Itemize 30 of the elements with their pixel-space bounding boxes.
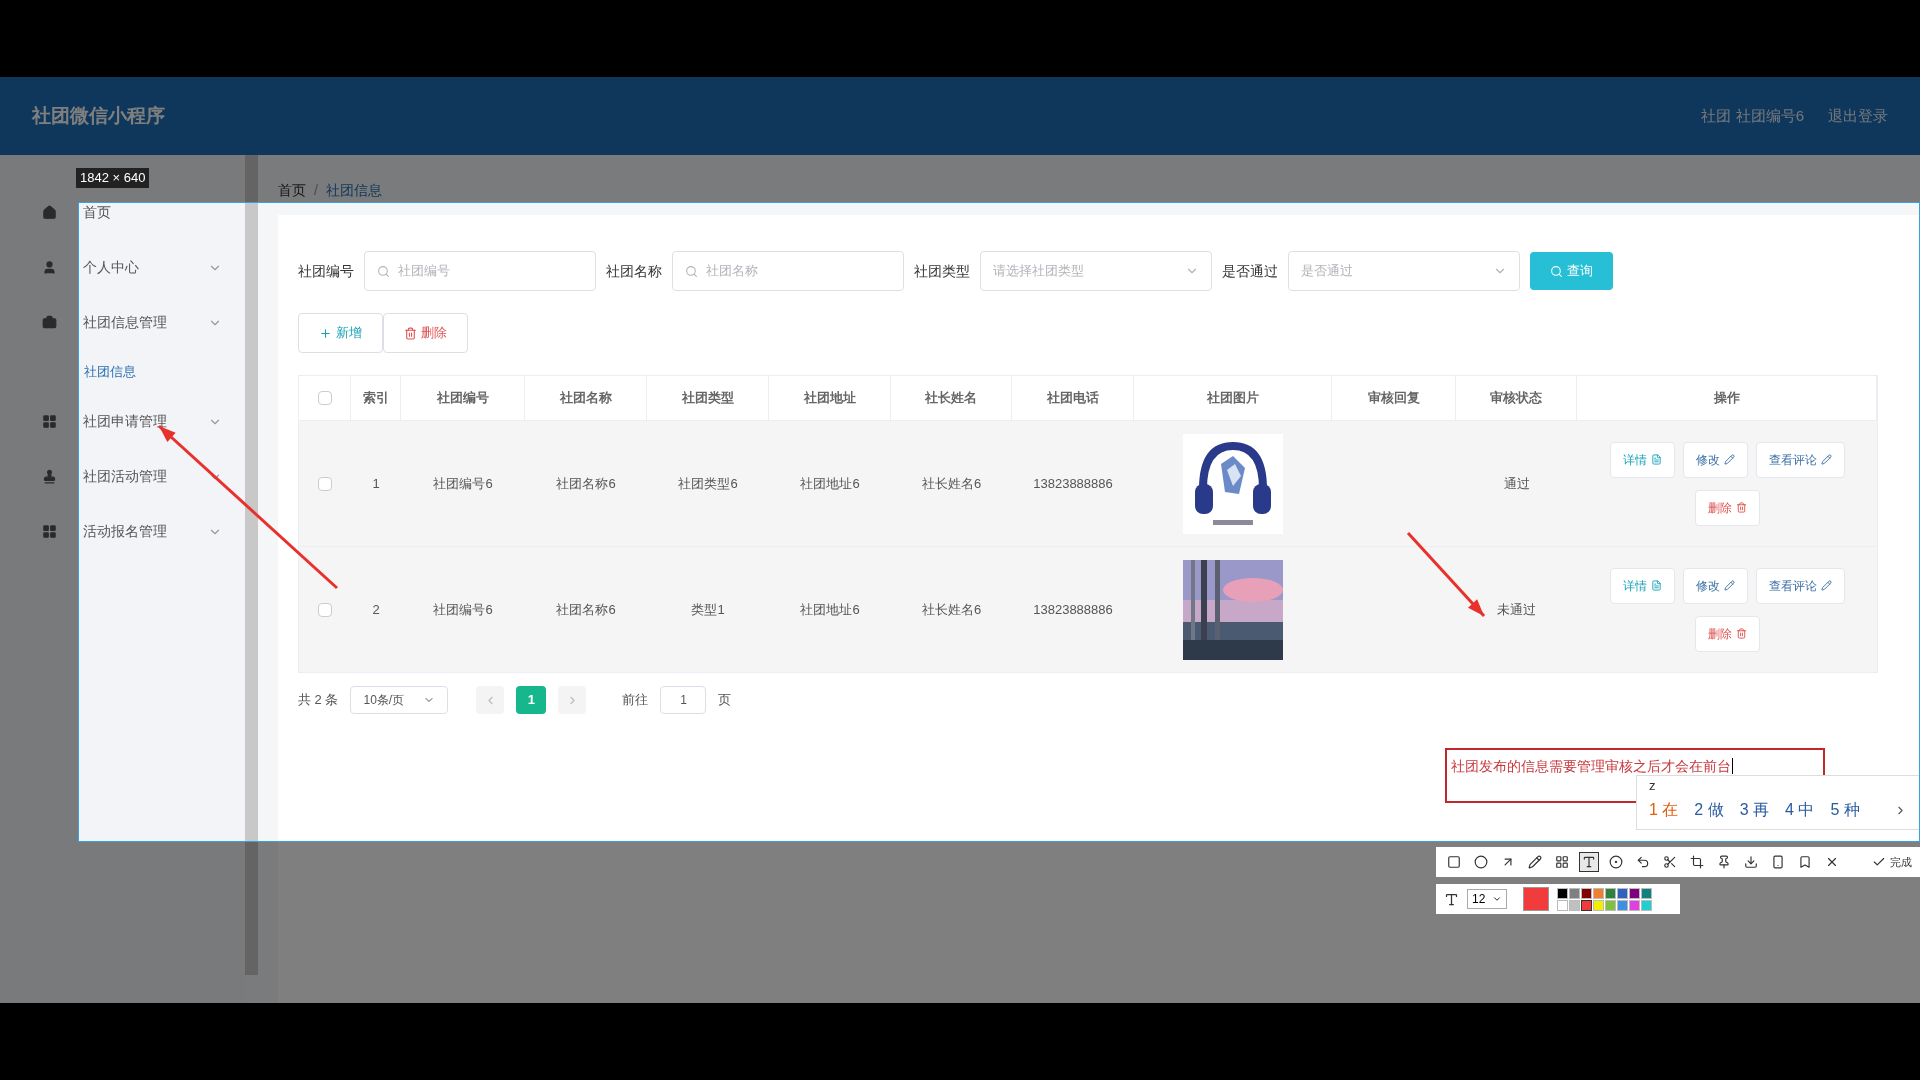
total-count: 共 2 条 bbox=[298, 691, 339, 710]
field-label: 社团名称 bbox=[606, 261, 662, 281]
table-cell-text: 13823888886 bbox=[1033, 474, 1113, 493]
app-title: 社团微信小程序 bbox=[32, 103, 165, 128]
status-cell-text: 通过 bbox=[1503, 474, 1530, 493]
table-cell-text: 社团名称6 bbox=[556, 600, 616, 619]
table-cell-text: 1 bbox=[372, 474, 380, 493]
breadcrumb-current: 社团信息 bbox=[325, 180, 382, 200]
page-unit: 页 bbox=[718, 691, 732, 710]
table-cell-text: 社团地址6 bbox=[800, 474, 860, 493]
annotation-text: 社团发布的信息需要管理审核之后才会在前台 bbox=[1451, 758, 1733, 774]
table-cell-text: 类型1 bbox=[691, 600, 725, 619]
table-cell-text: 社团名称6 bbox=[556, 474, 616, 493]
table-cell-text: 13823888886 bbox=[1033, 600, 1113, 619]
user-label: 社团 社团编号6 bbox=[1701, 105, 1804, 126]
status-cell-text: 未通过 bbox=[1497, 600, 1536, 619]
selection-size-label: 1842 × 640 bbox=[76, 168, 150, 188]
field-label: 社团编号 bbox=[298, 261, 354, 281]
table-cell-text: 社团编号6 bbox=[433, 474, 493, 493]
field-label: 社团类型 bbox=[914, 261, 970, 281]
table-cell-text: 社长姓名6 bbox=[921, 600, 982, 619]
field-label: 是否通过 bbox=[1222, 261, 1278, 281]
table-cell-text: 社长姓名6 bbox=[921, 474, 982, 493]
breadcrumb-separator: / bbox=[314, 180, 318, 200]
table-cell-text: 社团地址6 bbox=[800, 600, 860, 619]
table-cell-text: 社团类型6 bbox=[678, 474, 738, 493]
table-cell-text: 社团编号6 bbox=[433, 600, 493, 619]
table-cell-text: 2 bbox=[372, 600, 380, 619]
goto-label: 前往 bbox=[622, 691, 649, 710]
ime-composition-text: z bbox=[1649, 777, 1657, 795]
